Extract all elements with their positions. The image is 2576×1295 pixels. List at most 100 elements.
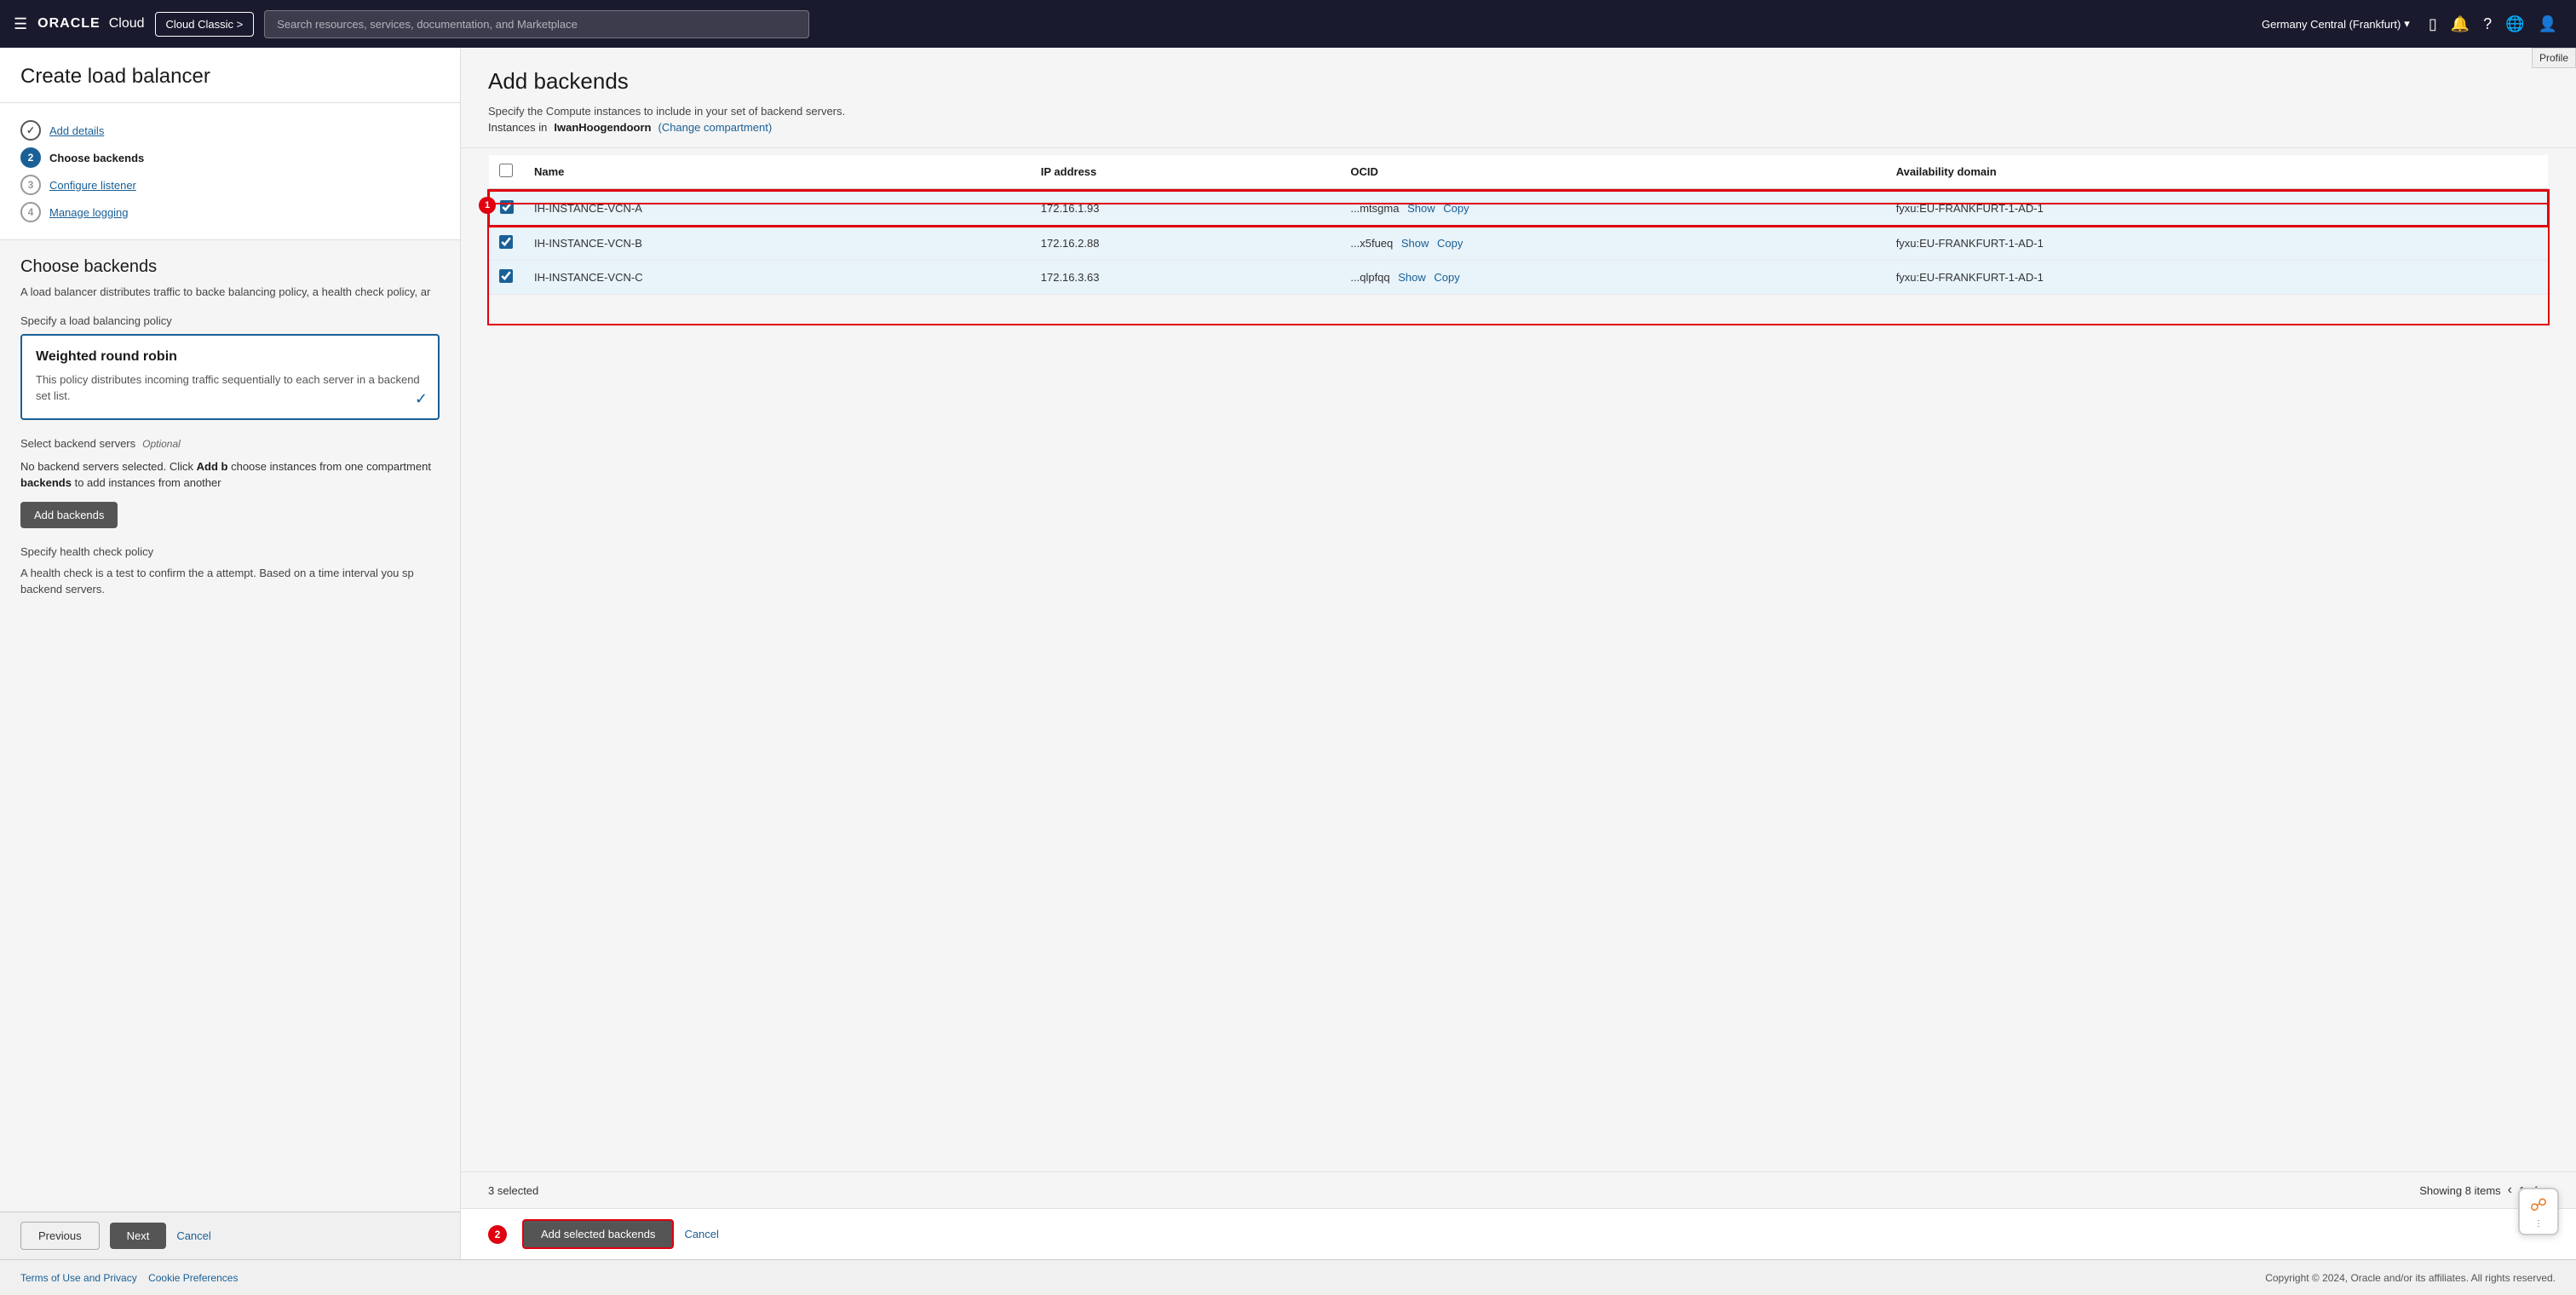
row-checkbox-b[interactable] [499, 235, 513, 249]
step-circle-1: ✓ [20, 120, 41, 141]
left-panel: Create load balancer ✓ Add details 2 Cho… [0, 48, 460, 1259]
page-title: Create load balancer [20, 65, 440, 89]
choose-backends-title: Choose backends [20, 257, 440, 277]
row-checkbox-c[interactable] [499, 269, 513, 283]
region-chevron-icon: ▾ [2404, 17, 2410, 31]
header-checkbox[interactable] [499, 164, 513, 177]
help-widget-dots: ⋮ [2534, 1219, 2543, 1229]
show-link-a[interactable]: Show [1407, 202, 1435, 215]
health-label: Specify health check policy [20, 545, 440, 558]
policy-card-title: Weighted round robin [36, 349, 424, 365]
row-checkbox-cell-c [489, 261, 524, 295]
instances-in-label: Instances in [488, 121, 547, 134]
search-input[interactable] [264, 10, 809, 38]
wizard-step-choose-backends: 2 Choose backends [20, 144, 440, 171]
show-link-b[interactable]: Show [1401, 237, 1429, 250]
table-row: IH-INSTANCE-VCN-A 172.16.1.93 ...mtsgma … [489, 191, 2548, 226]
badge-2: 2 [488, 1225, 507, 1244]
add-selected-backends-button[interactable]: Add selected backends [522, 1219, 674, 1249]
bottom-bar: Previous Next Cancel [0, 1212, 460, 1259]
health-desc: A health check is a test to confirm the … [20, 565, 440, 598]
cloud-text: Cloud [109, 16, 145, 32]
profile-icon[interactable]: 👤 [2533, 10, 2562, 38]
terms-link[interactable]: Terms of Use and Privacy [20, 1272, 137, 1284]
right-cancel-link[interactable]: Cancel [684, 1228, 718, 1240]
right-panel: Add backends Specify the Compute instanc… [460, 48, 2576, 1259]
ocid-column-header: OCID [1340, 155, 1885, 189]
backends-table: Name IP address OCID Availability domain… [488, 155, 2549, 295]
ip-column-header: IP address [1031, 155, 1341, 189]
backend-section: Select backend servers Optional No backe… [20, 437, 440, 528]
backend-label: Select backend servers [20, 437, 135, 450]
selected-count: 3 selected [488, 1184, 538, 1197]
wizard-step-configure-listener[interactable]: 3 Configure listener [20, 171, 440, 199]
help-icon[interactable]: ? [2478, 10, 2497, 38]
row-name-a: IH-INSTANCE-VCN-A [524, 191, 1031, 226]
next-button[interactable]: Next [110, 1223, 167, 1249]
copy-link-c[interactable]: Copy [1434, 271, 1459, 284]
header-checkbox-cell [489, 155, 524, 189]
row-name-c: IH-INSTANCE-VCN-C [524, 261, 1031, 295]
row-ip-b: 172.16.2.88 [1031, 226, 1341, 261]
show-link-c[interactable]: Show [1398, 271, 1426, 284]
step-circle-4: 4 [20, 202, 41, 222]
table-row: IH-INSTANCE-VCN-B 172.16.2.88 ...x5fueq … [489, 226, 2548, 261]
row-ocid-b: ...x5fueq Show Copy [1340, 226, 1885, 261]
help-widget-icon: ☍ [2530, 1194, 2547, 1216]
left-content: Choose backends A load balancer distribu… [0, 240, 460, 1212]
page-footer: Terms of Use and Privacy Cookie Preferen… [0, 1259, 2576, 1295]
notifications-icon[interactable]: 🔔 [2446, 10, 2475, 38]
row-ocid-c: ...qlpfqq Show Copy [1340, 261, 1885, 295]
page-title-bar: Create load balancer [0, 48, 460, 103]
right-desc: Specify the Compute instances to include… [488, 105, 2549, 118]
table-row: IH-INSTANCE-VCN-C 172.16.3.63 ...qlpfqq … [489, 261, 2548, 295]
top-navigation: ☰ ORACLE Cloud Cloud Classic > Germany C… [0, 0, 2576, 48]
optional-text: Optional [142, 438, 181, 450]
row-name-b: IH-INSTANCE-VCN-B [524, 226, 1031, 261]
row-availability-a: fyxu:EU-FRANKFURT-1-AD-1 [1886, 191, 2548, 226]
right-header: Add backends Specify the Compute instanc… [461, 48, 2576, 148]
step-circle-2: 2 [20, 147, 41, 168]
oracle-text: ORACLE [37, 16, 101, 32]
wizard-step-manage-logging[interactable]: 4 Manage logging [20, 199, 440, 226]
cancel-link[interactable]: Cancel [176, 1229, 210, 1242]
developer-tools-icon[interactable]: ▯ [2424, 10, 2442, 38]
policy-check-icon: ✓ [415, 390, 428, 408]
step-label-configure-listener[interactable]: Configure listener [49, 179, 136, 192]
wizard-step-add-details[interactable]: ✓ Add details [20, 117, 440, 144]
section-desc: A load balancer distributes traffic to b… [20, 284, 440, 301]
cookie-preferences-link[interactable]: Cookie Preferences [148, 1272, 238, 1284]
wizard-steps: ✓ Add details 2 Choose backends 3 Config… [0, 103, 460, 240]
name-column-header: Name [524, 155, 1031, 189]
region-label: Germany Central (Frankfurt) [2262, 18, 2401, 31]
region-selector[interactable]: Germany Central (Frankfurt) ▾ [2262, 17, 2410, 31]
step-circle-3: 3 [20, 175, 41, 195]
step-label-choose-backends: Choose backends [49, 152, 144, 164]
row-checkbox-a[interactable] [500, 200, 514, 214]
compartment-row: Instances in IwanHoogendoorn (Change com… [488, 121, 2549, 134]
hamburger-icon[interactable]: ☰ [14, 15, 27, 33]
prev-page-button[interactable]: ‹ [2508, 1183, 2512, 1198]
help-widget[interactable]: ☍ ⋮ [2518, 1188, 2559, 1235]
footer-copyright: Copyright © 2024, Oracle and/or its affi… [2265, 1272, 2556, 1284]
no-backend-text: No backend servers selected. Click Add b… [20, 458, 440, 492]
step-label-add-details[interactable]: Add details [49, 124, 104, 137]
row-checkbox-cell-b [489, 226, 524, 261]
copy-link-b[interactable]: Copy [1437, 237, 1463, 250]
policy-card-desc: This policy distributes incoming traffic… [36, 371, 424, 405]
step-label-manage-logging[interactable]: Manage logging [49, 206, 129, 219]
change-compartment-link[interactable]: (Change compartment) [658, 121, 772, 134]
add-backends-title: Add backends [488, 68, 2549, 95]
row-availability-c: fyxu:EU-FRANKFURT-1-AD-1 [1886, 261, 2548, 295]
table-footer: 3 selected Showing 8 items ‹ 1 of › [461, 1171, 2576, 1208]
availability-column-header: Availability domain [1886, 155, 2548, 189]
language-icon[interactable]: 🌐 [2500, 10, 2529, 38]
previous-button[interactable]: Previous [20, 1222, 100, 1250]
cloud-classic-button[interactable]: Cloud Classic > [155, 12, 255, 37]
add-backends-button[interactable]: Add backends [20, 502, 118, 528]
oracle-logo: ORACLE Cloud [37, 16, 144, 32]
policy-card[interactable]: Weighted round robin This policy distrib… [20, 334, 440, 420]
nav-right: Germany Central (Frankfurt) ▾ ▯ 🔔 ? 🌐 👤 [2262, 10, 2562, 38]
footer-left: Terms of Use and Privacy Cookie Preferen… [20, 1272, 238, 1284]
copy-link-a[interactable]: Copy [1443, 202, 1469, 215]
